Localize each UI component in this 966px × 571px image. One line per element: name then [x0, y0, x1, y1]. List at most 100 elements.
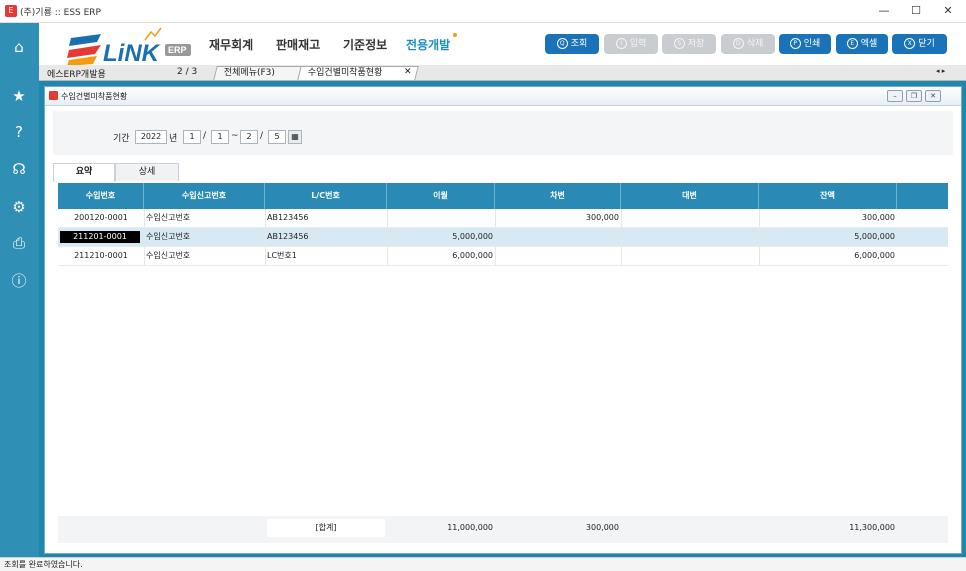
column-header[interactable]: L/C번호: [265, 183, 387, 209]
footer-credit: [623, 519, 757, 537]
year-input[interactable]: 2022: [135, 130, 167, 144]
toolbar-button-i[interactable]: I 입력: [604, 34, 658, 54]
company-name: 에스ERP개발용: [47, 70, 106, 80]
home-icon[interactable]: ⌂: [9, 37, 29, 57]
toolbar-key-icon: X: [904, 38, 916, 49]
table-cell-credit: [623, 247, 757, 265]
table-cell-balance: 6,000,000: [854, 251, 895, 260]
calendar-icon[interactable]: ▦: [288, 130, 302, 144]
table-cell-decl: 수입신고번호: [146, 251, 191, 260]
from-day-input[interactable]: 1: [211, 130, 229, 144]
table-cell-decl: 수입신고번호: [146, 213, 191, 222]
toolbar-button-p[interactable]: P 인쇄: [779, 34, 831, 54]
window-title: (주)기룡 :: ESS ERP: [20, 8, 101, 18]
column-header[interactable]: 이월: [387, 183, 495, 209]
grid-body: 200120-0001 수입신고번호 AB123456 300,000 300,000 2…: [58, 209, 948, 516]
table-cell-debit: [497, 247, 619, 265]
tab-nav-arrows[interactable]: ◂ ▸: [936, 67, 945, 75]
to-month-input[interactable]: 2: [240, 130, 258, 144]
grid-header: 수입번호 수입신고번호 L/C번호 이월 차변 대변 잔액: [58, 183, 948, 209]
status-text: 조회를 완료하였습니다.: [4, 560, 83, 569]
grid-divider: [144, 247, 145, 265]
tab-close-icon[interactable]: ✕: [404, 67, 412, 77]
form-window: 수입건별미착품현황 – ❐ ✕ 기간 2022 년 1 / 1 ~ 2 / 5 …: [44, 86, 962, 554]
table-cell-credit: [623, 209, 757, 227]
grid-divider: [144, 228, 145, 246]
menu-master-data[interactable]: 기준정보: [343, 36, 387, 53]
print-settings-icon[interactable]: ⎙: [9, 233, 29, 253]
status-bar: 조회를 완료하였습니다.: [0, 557, 966, 571]
tab-all-menu[interactable]: 전체메뉴(F3): [213, 66, 305, 80]
toolbar-button-label: 엑셀: [860, 39, 878, 49]
menu-custom-dev[interactable]: 전용개발: [406, 36, 450, 53]
sidebar: ⌂ ★ ? ☊ ⚙ ⎙ ⓘ: [0, 23, 39, 557]
table-cell-lc: LC번호1: [267, 251, 297, 260]
table-cell-debit: [497, 228, 619, 246]
link-logo: LiNK ERP: [67, 27, 191, 66]
table-cell-decl: 수입신고번호: [146, 232, 191, 241]
column-header[interactable]: 잔액: [759, 183, 897, 209]
form-minimize-button[interactable]: –: [887, 90, 903, 102]
toolbar-button-label: 입력: [629, 39, 647, 49]
star-icon[interactable]: ★: [9, 86, 29, 106]
grid-divider: [759, 247, 760, 265]
menu-sales-inventory[interactable]: 판매재고: [276, 36, 320, 53]
table-cell-balance: 300,000: [861, 213, 895, 222]
table-row[interactable]: 211201-0001 수입신고번호 AB123456 5,000,000 5,000,…: [58, 228, 948, 247]
grid-divider: [495, 228, 496, 246]
column-header[interactable]: 차변: [495, 183, 621, 209]
column-header[interactable]: 수입번호: [58, 183, 144, 209]
tab-import-status[interactable]: 수입건별미착품현황: [297, 66, 419, 80]
toolbar-key-icon: P: [789, 38, 801, 49]
subtab-detail[interactable]: 상세: [115, 163, 179, 181]
table-cell-balance: 5,000,000: [854, 232, 895, 241]
grid-footer: [합계] 11,000,000 300,000 11,300,000: [58, 519, 948, 537]
tab-strip: 에스ERP개발용 2 / 3 전체메뉴(F3) 수입건별미착품현황 ✕ ◂ ▸: [39, 65, 966, 81]
toolbar-button-label: 삭제: [746, 39, 764, 49]
form-close-button[interactable]: ✕: [925, 90, 941, 102]
help-icon[interactable]: ?: [9, 122, 29, 142]
logo-text: LiNK: [103, 40, 161, 66]
toolbar-button-e[interactable]: E 엑셀: [836, 34, 888, 54]
toolbar-button-x[interactable]: X 닫기: [892, 34, 947, 54]
page-indicator: 2 / 3: [177, 67, 198, 77]
toolbar-button-d[interactable]: D 삭제: [721, 34, 775, 54]
data-grid: 수입번호 수입신고번호 L/C번호 이월 차변 대변 잔액 200120-0001 수입신고번…: [58, 183, 948, 543]
column-header[interactable]: 대변: [621, 183, 759, 209]
grid-divider: [495, 247, 496, 265]
toolbar-button-q[interactable]: Q 조회: [545, 34, 599, 54]
toolbar-button-label: 닫기: [918, 39, 935, 49]
column-header[interactable]: 수입신고번호: [144, 183, 265, 209]
menu-finance[interactable]: 재무회계: [209, 36, 253, 53]
form-restore-button[interactable]: ❐: [906, 90, 922, 102]
period-label: 기간: [113, 134, 130, 144]
close-window-button[interactable]: ✕: [932, 0, 964, 22]
info-icon[interactable]: ⓘ: [9, 271, 29, 291]
grid-divider: [621, 247, 622, 265]
grid-divider: [265, 209, 266, 227]
footer-debit: 300,000: [585, 523, 619, 532]
headset-icon[interactable]: ☊: [9, 159, 29, 179]
grid-divider: [759, 228, 760, 246]
mdi-frame: 수입건별미착품현황 – ❐ ✕ 기간 2022 년 1 / 1 ~ 2 / 5 …: [39, 81, 966, 557]
grid-divider: [387, 247, 388, 265]
table-row[interactable]: 200120-0001 수입신고번호 AB123456 300,000 300,000: [58, 209, 948, 228]
footer-carry: 11,000,000: [447, 523, 493, 532]
from-month-input[interactable]: 1: [183, 130, 201, 144]
maximize-button[interactable]: ☐: [900, 0, 932, 22]
toolbar-key-icon: E: [846, 38, 858, 49]
range-tilde: ~: [231, 131, 239, 141]
table-cell-credit: [623, 228, 757, 246]
to-day-input[interactable]: 5: [268, 130, 286, 144]
minimize-button[interactable]: —: [868, 0, 900, 22]
toolbar-button-s[interactable]: S 저장: [662, 34, 716, 54]
year-unit: 년: [169, 134, 178, 144]
table-cell-carry: 6,000,000: [452, 251, 493, 260]
table-row[interactable]: 211210-0001 수입신고번호 LC번호1 6,000,000 6,000,000: [58, 247, 948, 266]
grid-divider: [495, 209, 496, 227]
subtab-summary[interactable]: 요약: [53, 163, 115, 182]
table-cell-no: 200120-0001: [74, 213, 128, 222]
grid-divider: [265, 228, 266, 246]
toolbar-key-icon: D: [732, 38, 744, 49]
gear-icon[interactable]: ⚙: [9, 197, 29, 217]
